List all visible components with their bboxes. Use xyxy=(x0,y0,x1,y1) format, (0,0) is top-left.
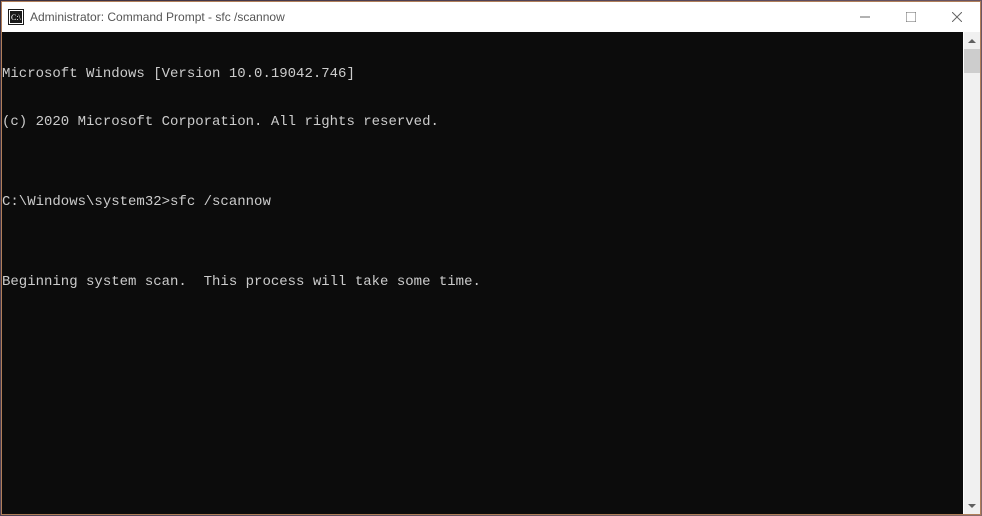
chevron-up-icon xyxy=(968,37,976,45)
window-controls xyxy=(842,2,980,32)
scroll-down-button[interactable] xyxy=(964,497,980,514)
terminal-wrap: Microsoft Windows [Version 10.0.19042.74… xyxy=(2,32,980,514)
terminal-line: (c) 2020 Microsoft Corporation. All righ… xyxy=(2,114,963,130)
window-title: Administrator: Command Prompt - sfc /sca… xyxy=(30,10,842,24)
svg-text:C:\: C:\ xyxy=(11,13,22,22)
minimize-button[interactable] xyxy=(842,2,888,32)
cmd-icon: C:\ xyxy=(8,9,24,25)
maximize-icon xyxy=(906,12,916,22)
terminal-line: Beginning system scan. This process will… xyxy=(2,274,963,290)
chevron-down-icon xyxy=(968,502,976,510)
terminal-output[interactable]: Microsoft Windows [Version 10.0.19042.74… xyxy=(2,32,963,514)
command-prompt-window: C:\ Administrator: Command Prompt - sfc … xyxy=(1,1,981,515)
maximize-button[interactable] xyxy=(888,2,934,32)
scroll-up-button[interactable] xyxy=(964,32,980,49)
scroll-track[interactable] xyxy=(964,49,980,497)
close-button[interactable] xyxy=(934,2,980,32)
scroll-thumb[interactable] xyxy=(964,49,980,73)
close-icon xyxy=(952,12,962,22)
terminal-line: Microsoft Windows [Version 10.0.19042.74… xyxy=(2,66,963,82)
titlebar[interactable]: C:\ Administrator: Command Prompt - sfc … xyxy=(2,2,980,32)
vertical-scrollbar[interactable] xyxy=(963,32,980,514)
terminal-line: C:\Windows\system32>sfc /scannow xyxy=(2,194,963,210)
minimize-icon xyxy=(860,12,870,22)
